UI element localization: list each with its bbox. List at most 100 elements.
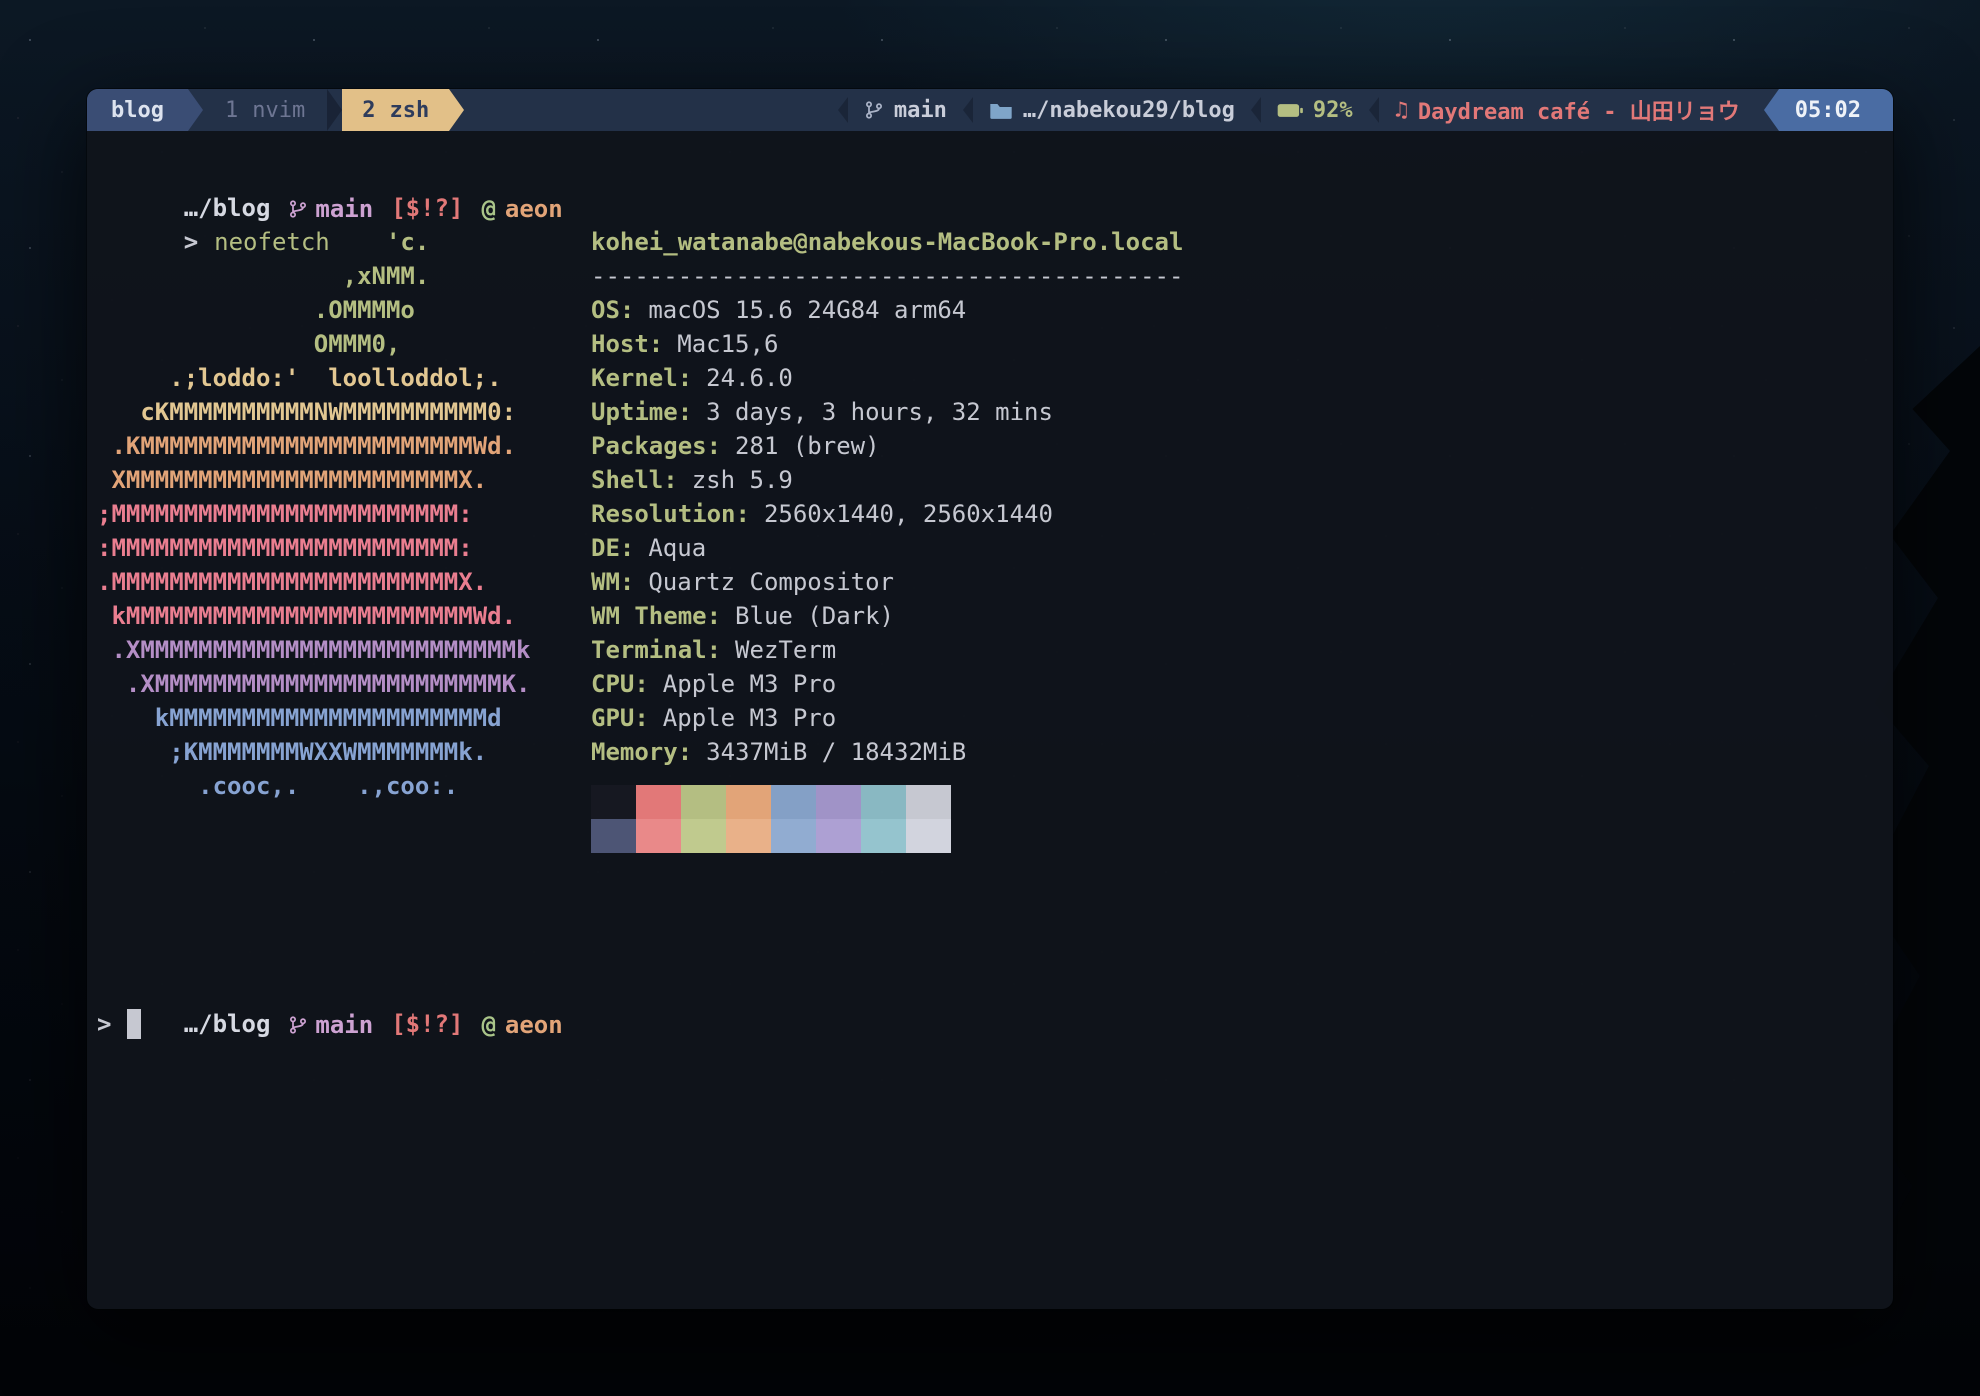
info-label: WM Theme: [591, 602, 721, 630]
tab-index: 2 [362, 98, 375, 123]
clock-text: 05:02 [1779, 89, 1893, 131]
info-value: Blue (Dark) [735, 602, 894, 630]
powerline-arrow [188, 89, 203, 131]
palette-swatch [726, 785, 771, 819]
info-row: Kernel: 24.6.0 [591, 361, 1183, 395]
terminal-window: blog 1 nvim 2 zsh [86, 88, 1894, 1310]
powerline-separator [1251, 97, 1261, 123]
tab-label: zsh [389, 98, 429, 123]
info-row: DE: Aqua [591, 531, 1183, 565]
info-value: 24.6.0 [706, 364, 793, 392]
music-track-title: Daydream café - 山田リョウ [1418, 94, 1740, 126]
status-cwd: …/nabekou29/blog [973, 89, 1251, 131]
status-git: main [848, 89, 963, 131]
git-branch-segment: main [288, 1008, 373, 1042]
info-rows: OS: macOS 15.6 24G84 arm64 Host: Mac15,6 Ker… [591, 293, 1183, 769]
status-path-text: …/nabekou29/blog [1023, 98, 1235, 123]
info-label: Uptime: [591, 398, 692, 426]
info-value: zsh 5.9 [692, 466, 793, 494]
info-value: Mac15,6 [677, 330, 778, 358]
tab-list: blog 1 nvim 2 zsh [87, 89, 464, 131]
git-branch-segment: main [288, 192, 373, 226]
palette-swatch [591, 819, 636, 853]
prompt-chevron: > [97, 1007, 111, 1041]
tab-bar: blog 1 nvim 2 zsh [87, 89, 1893, 131]
git-branch-icon [288, 1015, 308, 1035]
info-label: OS: [591, 296, 634, 324]
info-row: WM Theme: Blue (Dark) [591, 599, 1183, 633]
tab-index: 1 [225, 98, 238, 123]
git-status-flags: [$!?] [391, 194, 463, 222]
music-note-icon: ♫ [1395, 98, 1408, 123]
info-row: Resolution: 2560x1440, 2560x1440 [591, 497, 1183, 531]
system-info: kohei_watanabe@nabekous-MacBook-Pro.loca… [591, 225, 1183, 853]
info-label: GPU: [591, 704, 649, 732]
info-value: 281 (brew) [735, 432, 880, 460]
palette-swatch [681, 819, 726, 853]
info-label: DE: [591, 534, 634, 562]
info-label: Kernel: [591, 364, 692, 392]
prompt-cwd: …/blog [184, 194, 271, 222]
terminal-content[interactable]: …/blogmain[$!?]@aeon >neofetch 'c. ,xNMM… [87, 131, 1893, 1309]
status-branch-name: main [894, 98, 947, 123]
info-value: 2560x1440, 2560x1440 [764, 500, 1053, 528]
palette-swatch [816, 819, 861, 853]
info-value: Apple M3 Pro [663, 670, 836, 698]
git-branch-icon [288, 199, 308, 219]
prompt-line: …/blogmain[$!?]@aeon [97, 157, 1883, 191]
hostname: aeon [505, 192, 563, 226]
git-branch-icon [864, 100, 884, 120]
tab-1-nvim[interactable]: 1 nvim [203, 89, 327, 131]
palette-swatch [636, 785, 681, 819]
battery-icon [1277, 103, 1303, 118]
info-row: WM: Quartz Compositor [591, 565, 1183, 599]
status-bar: main …/nabekou29/blog 92% ♫ Daydream [838, 89, 1893, 131]
info-value: Aqua [648, 534, 706, 562]
palette-swatch [816, 785, 861, 819]
palette-swatch [771, 785, 816, 819]
info-value: WezTerm [735, 636, 836, 664]
host-segment: @ aeon [481, 192, 562, 226]
info-label: CPU: [591, 670, 649, 698]
prompt-cwd: …/blog [184, 1010, 271, 1038]
info-value: macOS 15.6 24G84 arm64 [648, 296, 966, 324]
git-branch-name: main [315, 192, 373, 226]
prompt-line: …/blogmain[$!?]@aeon [97, 973, 1883, 1007]
info-label: Resolution: [591, 500, 750, 528]
info-row: CPU: Apple M3 Pro [591, 667, 1183, 701]
palette-row-2 [591, 819, 1183, 853]
info-row: Packages: 281 (brew) [591, 429, 1183, 463]
info-label: Host: [591, 330, 663, 358]
workspace-label: blog [111, 98, 164, 123]
git-branch-name: main [315, 1008, 373, 1042]
info-row: Uptime:3 days, 3 hours, 32 mins [591, 395, 1183, 429]
powerline-separator [1369, 97, 1379, 123]
info-row: Shell: zsh 5.9 [591, 463, 1183, 497]
info-row: GPU: Apple M3 Pro [591, 701, 1183, 735]
battery-percent: 92% [1313, 98, 1353, 123]
info-label: Shell: [591, 466, 678, 494]
info-label: WM: [591, 568, 634, 596]
tab-2-zsh[interactable]: 2 zsh [342, 89, 449, 131]
palette-swatch [681, 785, 726, 819]
neofetch-separator: ----------------------------------------… [591, 259, 1183, 293]
palette-swatch [636, 819, 681, 853]
palette-swatch [861, 819, 906, 853]
text-cursor [127, 1009, 141, 1039]
at-symbol-icon: @ [481, 192, 495, 226]
palette-swatch [771, 819, 816, 853]
palette-swatch [861, 785, 906, 819]
status-clock: 05:02 [1764, 89, 1893, 131]
tab-label: nvim [252, 98, 305, 123]
status-battery: 92% [1261, 89, 1369, 131]
info-value: 3437MiB / 18432MiB [706, 738, 966, 766]
info-label: Packages: [591, 432, 721, 460]
info-value: Apple M3 Pro [663, 704, 836, 732]
color-palette [591, 785, 1183, 853]
palette-row-1 [591, 785, 1183, 819]
powerline-arrow [449, 89, 464, 131]
workspace-tab[interactable]: blog [87, 89, 188, 131]
host-segment: @aeon [481, 1008, 562, 1042]
info-value: Quartz Compositor [648, 568, 894, 596]
hostname: aeon [505, 1008, 563, 1042]
